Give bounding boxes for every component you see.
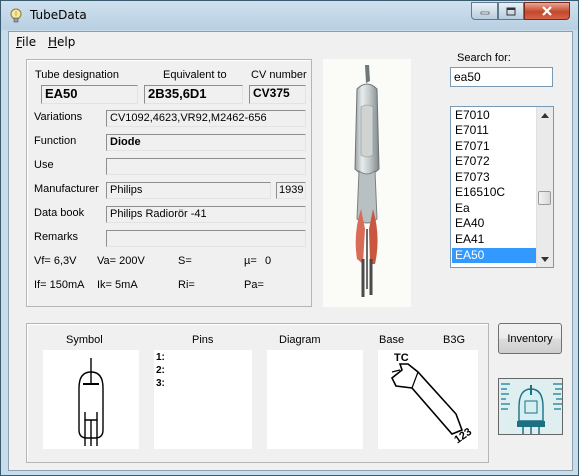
databook-label: Data book (34, 207, 85, 219)
scroll-up-button[interactable] (537, 107, 553, 123)
arrow-down-icon (541, 256, 549, 262)
list-item[interactable]: E16510C (452, 185, 537, 200)
if-value: If= 150mA (34, 279, 85, 291)
s-value: S= (178, 255, 192, 267)
equivalent-field[interactable]: 2B35,6D1 (144, 85, 243, 104)
title-bar[interactable]: TubeData (1, 1, 578, 30)
bottom-group: Symbol Pins Diagram Base B3G 1: 2: 3: TC… (26, 323, 489, 463)
ri-value: Ri= (178, 279, 195, 291)
base-panel: TC 123 (378, 350, 478, 449)
tube-list[interactable]: E7010 E7011 E7071 E7072 E7073 E16510C Ea… (450, 106, 554, 268)
pin-2: 2: (156, 365, 165, 376)
function-field[interactable]: Diode (106, 134, 306, 151)
list-item[interactable]: Ea (452, 201, 537, 216)
close-button[interactable] (524, 2, 570, 20)
list-item[interactable]: EA40 (452, 216, 537, 231)
minimize-icon (480, 11, 489, 15)
mu-value: 0 (265, 255, 272, 267)
search-label: Search for: (457, 52, 511, 64)
lightbulb-icon (10, 8, 22, 23)
close-icon (542, 6, 552, 16)
scroll-thumb[interactable] (538, 191, 551, 205)
equivalent-label: Equivalent to (163, 69, 227, 81)
variations-field[interactable]: CV1092,4623,VR92,M2462-656 (106, 110, 306, 127)
menu-help[interactable]: Help (48, 35, 75, 49)
client-area: File Help Tube designation Equivalent to… (8, 31, 573, 471)
base-label: Base (379, 334, 405, 346)
minimize-button[interactable] (471, 2, 498, 20)
symbol-label: Symbol (66, 334, 103, 346)
cv-number-label: CV number (251, 69, 307, 81)
window-title: TubeData (30, 8, 87, 22)
tube-logo-icon (499, 379, 562, 434)
tube-designation-field[interactable]: EA50 (41, 85, 138, 104)
base-tc-label: TC (394, 352, 409, 364)
pa-value: Pa= (244, 279, 264, 291)
list-scrollbar[interactable] (536, 107, 553, 267)
list-item[interactable]: E7010 (452, 108, 537, 123)
variations-label: Variations (34, 111, 83, 123)
vf-value: Vf= 6,3V (34, 255, 77, 267)
menu-bar: File Help (9, 32, 572, 51)
list-item[interactable]: E7072 (452, 154, 537, 169)
mu-label: µ= (244, 255, 257, 267)
pins-label: Pins (192, 334, 214, 346)
pin-3: 3: (156, 378, 165, 389)
pins-panel: 1: 2: 3: (154, 350, 252, 449)
use-label: Use (34, 159, 54, 171)
list-item[interactable]: EA41 (452, 232, 537, 247)
list-item-selected[interactable]: EA50 (452, 248, 537, 263)
tube-photo (323, 59, 411, 307)
list-item[interactable]: E7011 (452, 123, 537, 138)
manufacturer-field[interactable]: Philips (106, 182, 271, 199)
function-label: Function (34, 135, 77, 147)
list-item[interactable]: E7071 (452, 139, 537, 154)
app-window: TubeData File Help Tube designation Equi… (0, 0, 579, 476)
va-value: Va= 200V (97, 255, 145, 267)
diagram-panel (267, 350, 363, 449)
symbol-panel (43, 350, 139, 449)
tube-designation-label: Tube designation (35, 69, 119, 81)
cv-number-field[interactable]: CV375 (249, 85, 306, 104)
app-logo (498, 378, 563, 435)
arrow-up-icon (541, 112, 549, 118)
use-field[interactable] (106, 158, 306, 175)
databook-field[interactable]: Philips Radiorör -41 (106, 206, 306, 223)
diode-symbol (78, 358, 104, 446)
year-field[interactable]: 1939 (276, 182, 306, 199)
details-group: Tube designation Equivalent to CV number… (26, 59, 312, 307)
diagram-label: Diagram (279, 334, 321, 346)
menu-file[interactable]: File (16, 35, 36, 49)
ik-value: Ik= 5mA (97, 279, 138, 291)
tube-image (354, 65, 380, 297)
maximize-icon (506, 7, 516, 15)
pin-1: 1: (156, 352, 165, 363)
manufacturer-label: Manufacturer (34, 183, 99, 195)
base-value: B3G (443, 334, 466, 346)
remarks-label: Remarks (34, 231, 79, 243)
maximize-button[interactable] (498, 2, 524, 20)
search-input[interactable] (450, 67, 553, 87)
remarks-field[interactable] (106, 230, 306, 247)
scroll-down-button[interactable] (537, 251, 553, 267)
inventory-button[interactable]: Inventory (498, 323, 562, 354)
list-item[interactable]: E7073 (452, 170, 537, 185)
